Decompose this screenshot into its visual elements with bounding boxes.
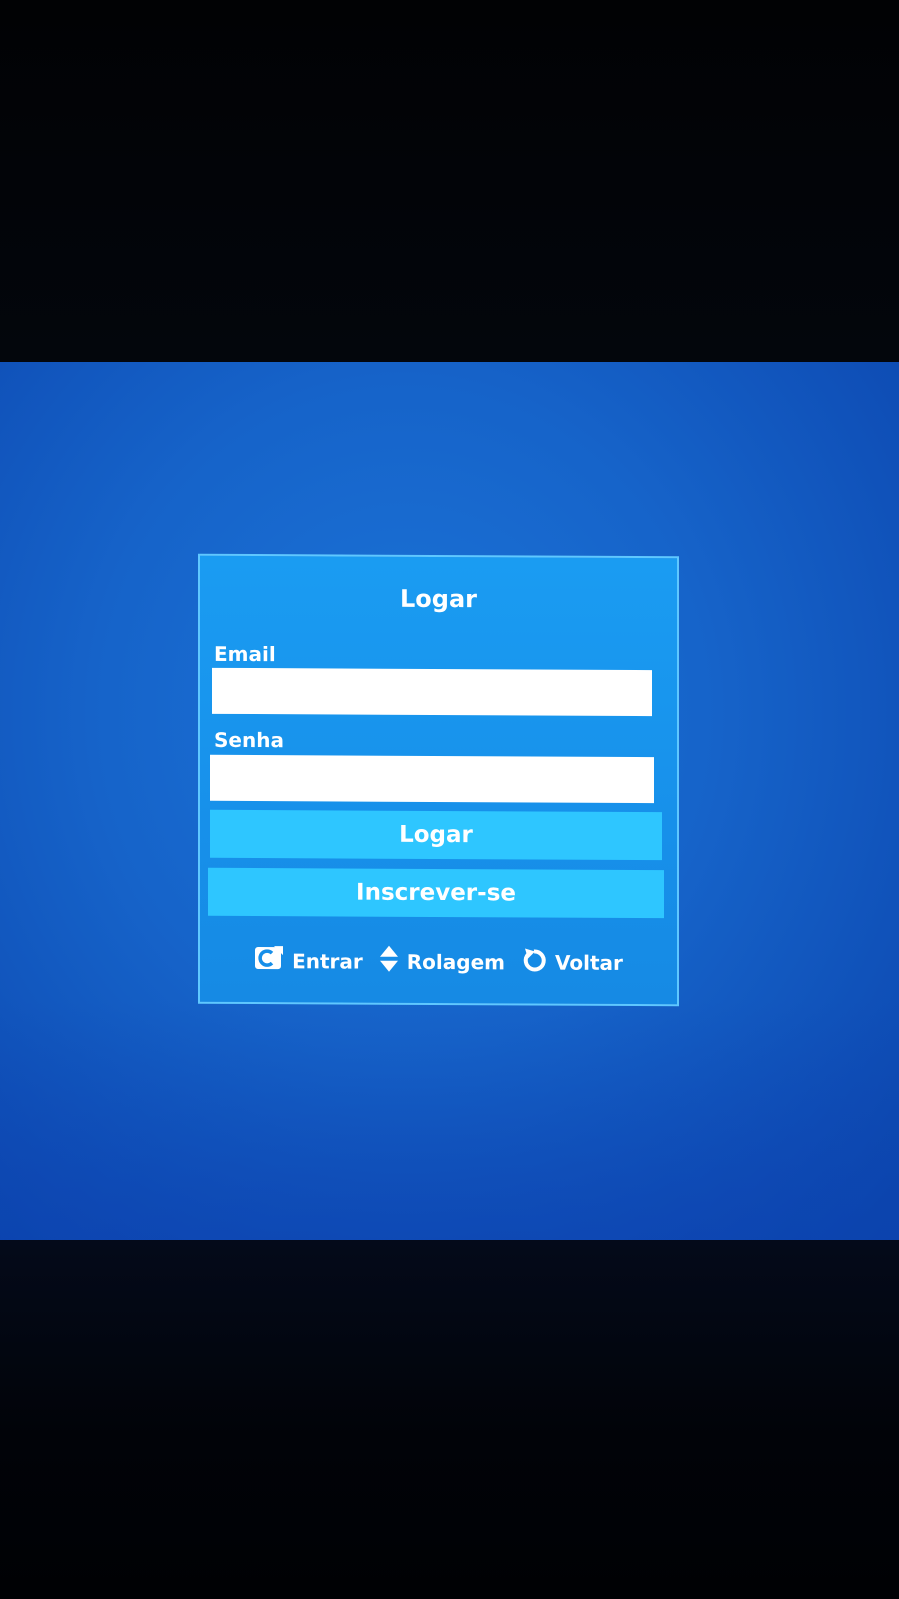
email-field[interactable] bbox=[212, 667, 652, 717]
dialog-title: Logar bbox=[400, 584, 477, 614]
tv-bezel-bottom bbox=[0, 1240, 899, 1599]
scroll-updown-icon bbox=[379, 945, 399, 978]
hint-enter-label: Entrar bbox=[292, 948, 363, 974]
hint-back-label: Voltar bbox=[555, 950, 623, 975]
signup-button[interactable]: Inscrever-se bbox=[208, 867, 664, 919]
enter-icon bbox=[254, 945, 284, 976]
hint-enter[interactable]: Entrar bbox=[254, 945, 363, 977]
password-field[interactable] bbox=[210, 754, 654, 804]
tv-screen: Logar Email Senha Logar Inscrever-se Ent… bbox=[0, 362, 899, 1240]
login-button[interactable]: Logar bbox=[210, 809, 662, 861]
password-label: Senha bbox=[214, 727, 284, 753]
email-label: Email bbox=[214, 641, 276, 667]
remote-hints-bar: Entrar Rolagem Voltar bbox=[200, 944, 677, 979]
hint-scroll-label: Rolagem bbox=[406, 949, 505, 974]
login-dialog: Logar Email Senha Logar Inscrever-se Ent… bbox=[198, 553, 679, 1007]
hint-scroll[interactable]: Rolagem bbox=[379, 945, 505, 979]
hint-back[interactable]: Voltar bbox=[521, 945, 623, 979]
tv-bezel-top bbox=[0, 0, 899, 362]
back-arrow-icon bbox=[521, 945, 547, 978]
